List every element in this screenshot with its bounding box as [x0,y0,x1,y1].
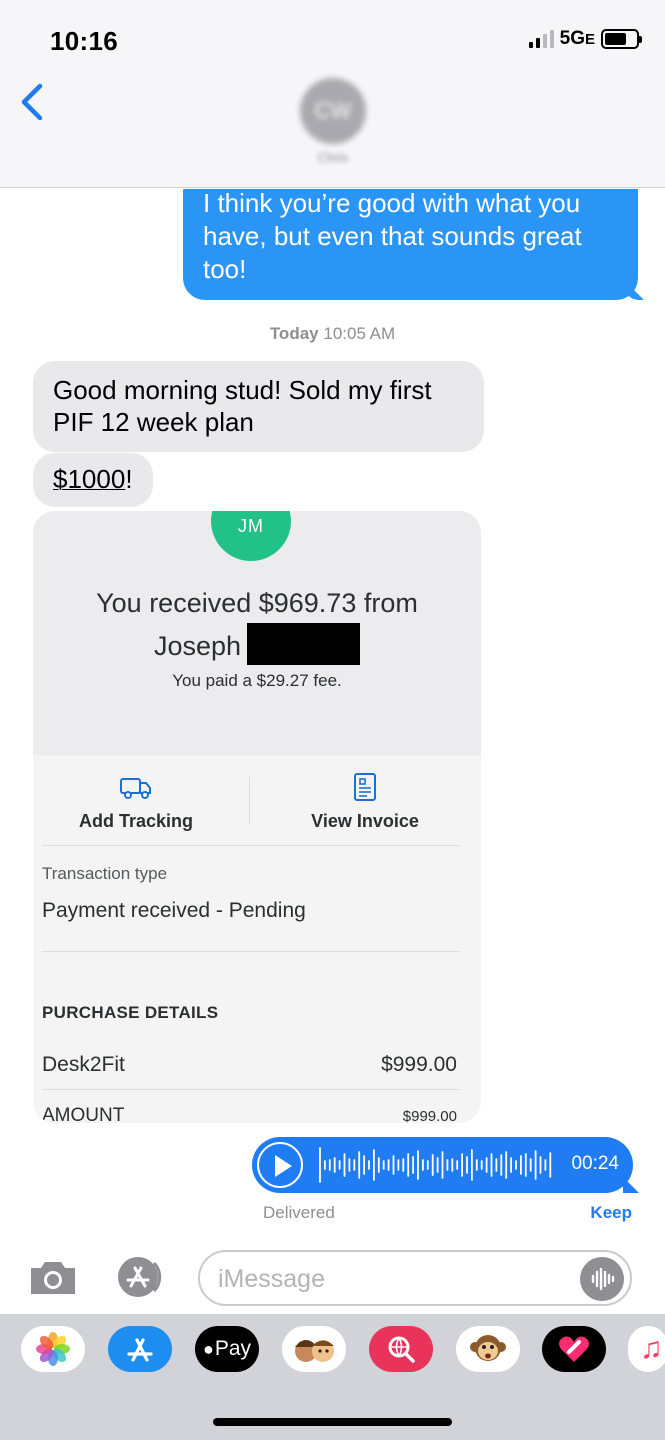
status-icons: 5GE [528,28,642,50]
message-thread[interactable]: I think you’re good with what you have, … [0,189,665,1239]
purchase-details-title: PURCHASE DETAILS [42,1003,219,1022]
battery-icon [601,29,642,49]
divider [42,1089,460,1090]
amount-link[interactable]: $1000 [53,464,125,494]
back-chevron-icon[interactable] [18,82,48,122]
payment-actions: Add Tracking View Invoice [33,773,481,843]
amount-label: AMOUNT [42,1105,125,1123]
action-divider [249,777,250,825]
transaction-type-value: Payment received - Pending [42,899,306,922]
message-field[interactable] [198,1250,632,1306]
app-store-icon[interactable] [108,1326,172,1372]
audio-duration: 00:24 [571,1153,619,1174]
conversation-header: 10:16 5GE CW Chris [0,0,665,188]
animoji-icon[interactable] [456,1326,520,1372]
item-name: Desk2Fit [42,1053,125,1076]
waveform-icon [319,1147,552,1183]
signal-icon [528,30,554,48]
audio-message[interactable]: 00:24 [252,1137,633,1193]
outgoing-message[interactable]: I think you’re good with what you have, … [183,189,638,300]
invoice-icon [354,773,376,801]
received-text: You received $969.73 from Joseph [33,583,481,666]
music-icon[interactable]: ♫ [628,1326,665,1372]
fee-text: You paid a $29.27 fee. [172,671,342,690]
audio-record-icon[interactable] [580,1257,624,1301]
incoming-message[interactable]: Good morning stud! Sold my first PIF 12 … [33,361,484,452]
view-invoice-button[interactable]: View Invoice [265,773,465,832]
keep-button[interactable]: Keep [590,1203,632,1223]
apple-pay-icon[interactable]: ● Pay [195,1326,259,1372]
play-icon[interactable] [257,1142,303,1188]
transaction-type-label: Transaction type [42,864,168,883]
camera-icon[interactable] [27,1258,79,1298]
message-timestamp: Today 10:05 AM [269,324,396,343]
home-indicator[interactable] [213,1418,452,1426]
redaction-box [247,623,361,665]
item-amount: $999.00 [381,1053,457,1076]
memoji-icon[interactable] [282,1326,346,1372]
payment-screenshot[interactable]: JM You received $969.73 from Joseph You … [33,511,481,1123]
photos-icon[interactable] [21,1326,85,1372]
truck-icon [120,778,151,799]
message-input[interactable] [218,1262,578,1296]
digital-touch-icon[interactable] [542,1326,606,1372]
web-search-icon[interactable] [369,1326,433,1372]
app-store-button-icon[interactable] [112,1255,170,1299]
amount-value: $999.00 [402,1108,457,1123]
divider [42,951,460,952]
add-tracking-button[interactable]: Add Tracking [36,773,236,832]
divider [42,845,460,846]
input-bar [0,1240,665,1314]
network-label: 5GE [559,28,595,49]
contact-avatar[interactable]: CW [300,78,366,144]
incoming-message[interactable]: $1000! [33,453,153,507]
delivery-status: Delivered [263,1203,335,1222]
status-time: 10:16 [50,26,118,56]
contact-name[interactable]: Chris [300,150,366,165]
